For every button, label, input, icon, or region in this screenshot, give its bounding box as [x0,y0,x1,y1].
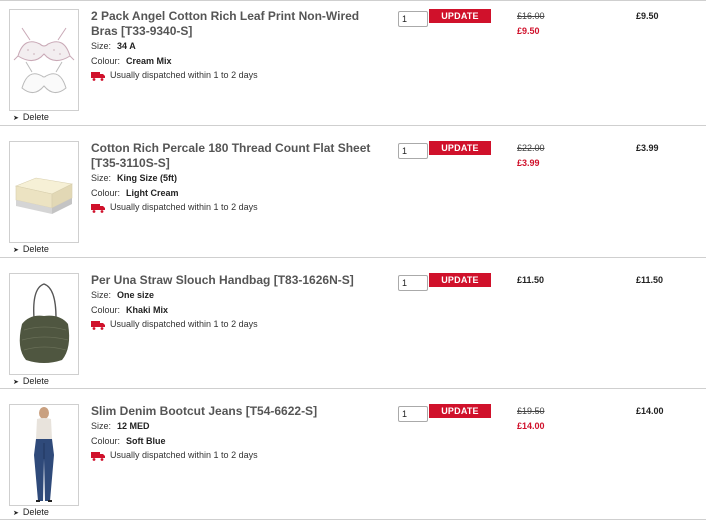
size-row: Size: One size [91,290,154,300]
quantity-input[interactable] [398,406,428,422]
basket-item: ➤ Delete Cotton Rich Percale 180 Thread C… [0,132,706,263]
line-total: £9.50 [636,11,659,21]
product-title[interactable]: Slim Denim Bootcut Jeans [T54-6622-S] [91,404,391,419]
product-title[interactable]: 2 Pack Angel Cotton Rich Leaf Print Non-… [91,9,381,39]
product-title[interactable]: Cotton Rich Percale 180 Thread Count Fla… [91,141,381,171]
colour-value: Soft Blue [126,436,166,446]
quantity-input[interactable] [398,275,428,291]
size-value: 12 MED [117,421,150,431]
size-value: One size [117,290,155,300]
size-label: Size: [91,421,112,431]
divider [0,257,706,258]
delivery-truck-icon [91,71,105,81]
arrow-right-icon: ➤ [13,115,19,122]
quantity-input[interactable] [398,11,428,27]
was-price: £16.00 [517,11,545,21]
colour-value: Khaki Mix [126,305,169,315]
quantity-input[interactable] [398,143,428,159]
sale-price: £14.00 [517,421,545,431]
update-button[interactable]: UPDATE [429,9,491,23]
delete-link[interactable]: ➤ Delete [13,244,49,254]
size-row: Size: 12 MED [91,421,150,431]
delete-link[interactable]: ➤ Delete [13,112,49,122]
colour-label: Colour: [91,436,121,446]
colour-row: Colour: Khaki Mix [91,305,168,315]
delivery-truck-icon [91,320,105,330]
sale-price: £9.50 [517,26,540,36]
product-image-bras[interactable] [9,9,79,111]
dispatch-text: Usually dispatched within 1 to 2 days [110,70,258,80]
arrow-right-icon: ➤ [13,510,19,517]
divider [0,519,706,520]
was-price: £22.00 [517,143,545,153]
delete-link[interactable]: ➤ Delete [13,376,49,386]
divider [0,388,706,389]
colour-row: Colour: Cream Mix [91,56,172,66]
colour-row: Colour: Soft Blue [91,436,166,446]
size-row: Size: King Size (5ft) [91,173,177,183]
size-label: Size: [91,290,112,300]
basket-item: ➤ Delete Per Una Straw Slouch Handbag [T8… [0,264,706,395]
dispatch-text: Usually dispatched within 1 to 2 days [110,202,258,212]
update-button[interactable]: UPDATE [429,404,491,418]
line-total: £11.50 [636,275,664,285]
colour-value: Cream Mix [126,56,172,66]
delete-link[interactable]: ➤ Delete [13,507,49,517]
colour-label: Colour: [91,305,121,315]
dispatch-row: Usually dispatched within 1 to 2 days [91,70,258,81]
dispatch-text: Usually dispatched within 1 to 2 days [110,450,258,460]
colour-label: Colour: [91,56,121,66]
line-total: £3.99 [636,143,659,153]
size-row: Size: 34 A [91,41,136,51]
dispatch-row: Usually dispatched within 1 to 2 days [91,319,258,330]
line-total: £14.00 [636,406,664,416]
product-image-sheet[interactable] [9,141,79,243]
dispatch-row: Usually dispatched within 1 to 2 days [91,202,258,213]
size-value: King Size (5ft) [117,173,178,183]
update-button[interactable]: UPDATE [429,141,491,155]
size-label: Size: [91,173,112,183]
arrow-right-icon: ➤ [13,247,19,254]
delivery-truck-icon [91,451,105,461]
delete-label: Delete [22,112,49,122]
divider [0,125,706,126]
dispatch-row: Usually dispatched within 1 to 2 days [91,450,258,461]
product-image-handbag[interactable] [9,273,79,375]
was-price: £19.50 [517,406,545,416]
product-image-jeans[interactable] [9,404,79,506]
size-label: Size: [91,41,112,51]
price: £11.50 [517,275,545,285]
delete-label: Delete [22,507,49,517]
colour-label: Colour: [91,188,121,198]
basket-item: ➤ Delete 2 Pack Angel Cotton Rich Leaf Pr… [0,0,706,131]
colour-row: Colour: Light Cream [91,188,179,198]
sale-price: £3.99 [517,158,540,168]
basket-item: ➤ Delete Slim Denim Bootcut Jeans [T54-66… [0,395,706,526]
size-value: 34 A [117,41,136,51]
update-button[interactable]: UPDATE [429,273,491,287]
colour-value: Light Cream [126,188,179,198]
dispatch-text: Usually dispatched within 1 to 2 days [110,319,258,329]
product-title[interactable]: Per Una Straw Slouch Handbag [T83-1626N-… [91,273,391,288]
delivery-truck-icon [91,203,105,213]
arrow-right-icon: ➤ [13,379,19,386]
delete-label: Delete [22,244,49,254]
delete-label: Delete [22,376,49,386]
